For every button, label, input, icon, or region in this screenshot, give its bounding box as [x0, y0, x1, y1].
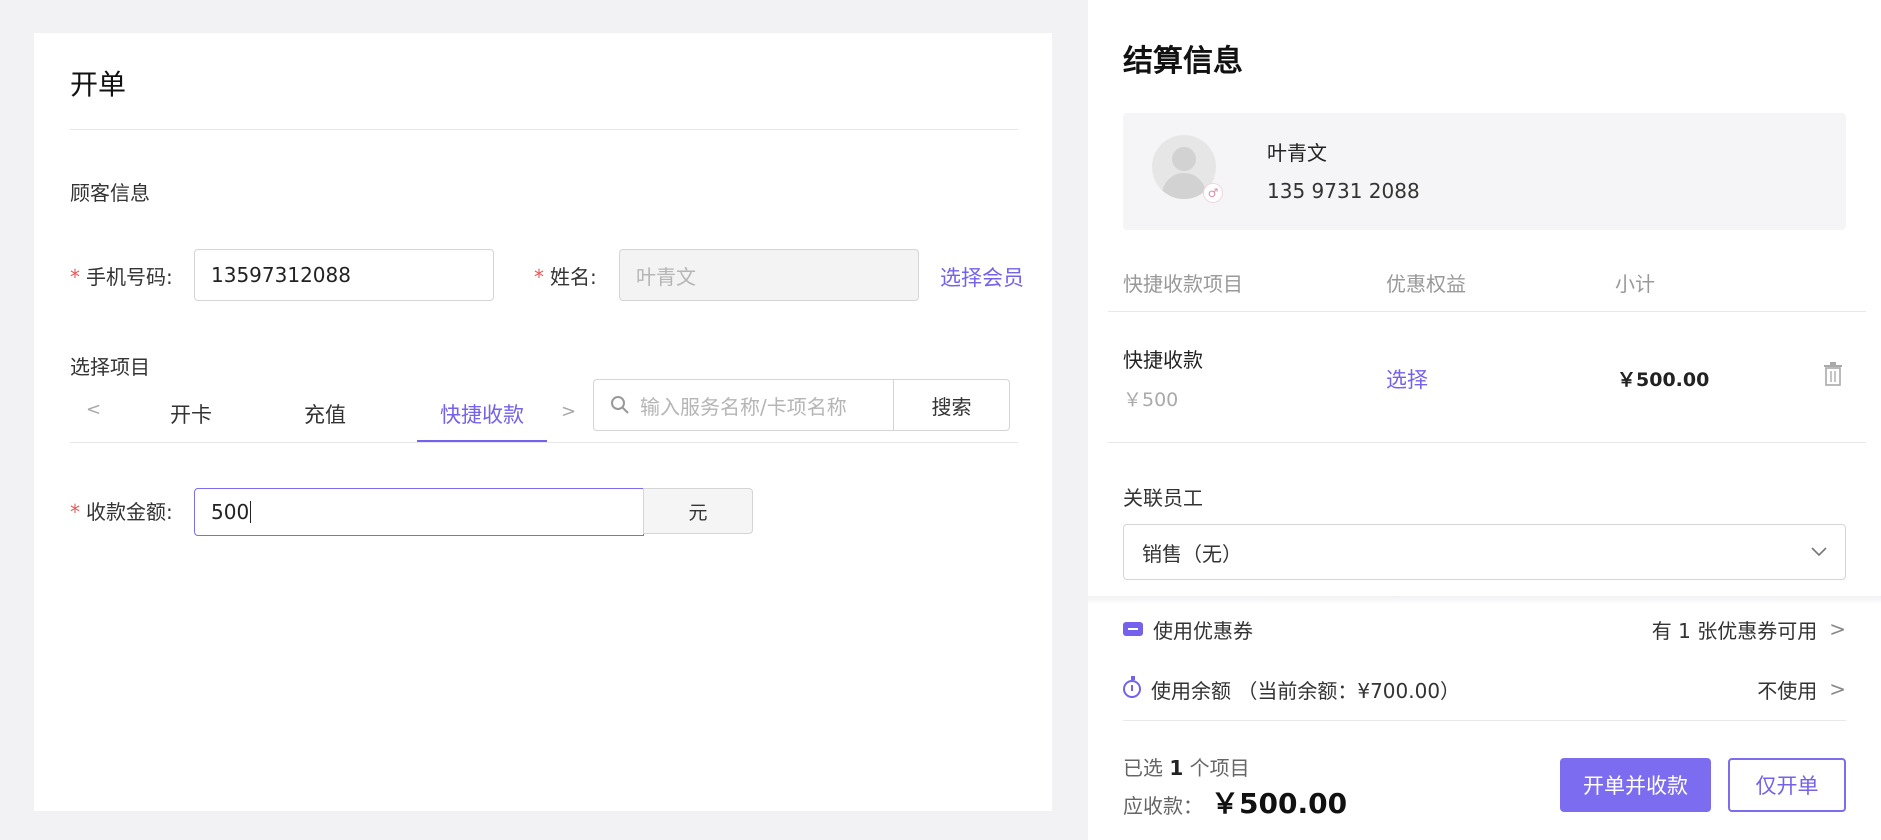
amount-input[interactable]: 500 [194, 488, 644, 536]
member-badge-icon: ♂ [1203, 183, 1223, 203]
page-title: 开单 [70, 68, 127, 101]
use-balance-row[interactable]: 使用余额 （当前余额：¥700.00） 不使用 > [1123, 669, 1846, 709]
selected-prefix: 已选 [1123, 756, 1163, 780]
label-colon: : [166, 500, 173, 524]
settlement-title: 结算信息 [1123, 44, 1243, 79]
tab-quick-payment[interactable]: 快捷收款 [440, 399, 524, 429]
header-divider [1108, 311, 1866, 312]
search-input[interactable]: 输入服务名称/卡项名称 [593, 379, 893, 431]
balance-label: 使用余额 （当前余额：¥700.00） [1151, 678, 1461, 703]
chevron-right-icon: > [1829, 617, 1846, 641]
member-phone: 135 9731 2088 [1267, 179, 1420, 203]
balance-status: 不使用 [1757, 678, 1818, 703]
phone-label: * 手机号码: [70, 261, 173, 290]
selected-suffix: 个项目 [1189, 756, 1250, 780]
trash-icon[interactable] [1823, 362, 1843, 386]
amount-label: * 收款金额: [70, 496, 173, 525]
amount-label-text: 收款金额 [86, 500, 166, 524]
column-header-item: 快捷收款项目 [1123, 272, 1243, 296]
name-input: 叶青文 [619, 249, 919, 301]
settlement-panel: 结算信息 ♂ 叶青文 135 9731 2088 快捷收款项目 优惠权益 小计 … [1088, 0, 1881, 840]
member-name: 叶青文 [1267, 141, 1327, 165]
amount-due-value: ￥500.00 [1211, 787, 1348, 820]
select-project-heading: 选择项目 [70, 355, 150, 379]
name-label: * 姓名: [534, 261, 597, 290]
coupon-status: 有 1 张优惠券可用 [1651, 618, 1818, 643]
search-button[interactable]: 搜索 [893, 379, 1010, 431]
chevron-left-icon[interactable]: < [86, 399, 101, 420]
balance-icon [1123, 676, 1141, 698]
chevron-down-icon [1811, 547, 1827, 557]
member-card: ♂ 叶青文 135 9731 2088 [1123, 113, 1846, 230]
search-placeholder: 输入服务名称/卡项名称 [640, 394, 847, 419]
select-member-link[interactable]: 选择会员 [940, 262, 1024, 292]
open-only-button[interactable]: 仅开单 [1728, 758, 1846, 812]
amount-input-value: 500 [211, 500, 250, 524]
name-input-value: 叶青文 [636, 264, 696, 289]
item-subtotal: ￥500.00 [1617, 369, 1710, 391]
use-coupon-row[interactable]: 使用优惠券 有 1 张优惠券可用 > [1123, 609, 1846, 649]
staff-select-value: 销售（无） [1142, 541, 1242, 566]
benefit-select-link[interactable]: 选择 [1386, 364, 1428, 394]
required-mark: * [534, 265, 544, 289]
footer-divider [1123, 720, 1846, 721]
tabs-divider [70, 442, 1018, 443]
phone-input-value: 13597312088 [211, 263, 351, 287]
open-and-collect-button[interactable]: 开单并收款 [1560, 758, 1711, 812]
name-label-text: 姓名 [550, 265, 590, 289]
tab-recharge[interactable]: 充值 [304, 399, 346, 429]
item-divider [1108, 442, 1866, 443]
item-name: 快捷收款 [1123, 348, 1203, 372]
column-header-benefit: 优惠权益 [1386, 272, 1466, 296]
customer-info-heading: 顾客信息 [70, 181, 150, 205]
search-icon [611, 396, 629, 414]
staff-select[interactable]: 销售（无） [1123, 524, 1846, 580]
item-price: ￥500 [1123, 389, 1179, 411]
coupon-label: 使用优惠券 [1153, 618, 1253, 643]
chevron-right-icon[interactable]: > [561, 401, 576, 422]
text-cursor [250, 501, 252, 523]
order-form-card: 开单 顾客信息 * 手机号码: 13597312088 * 姓名: 叶青文 选择会员… [34, 33, 1052, 811]
amount-due-label: 应收款： [1123, 794, 1203, 818]
phone-label-text: 手机号码 [86, 265, 166, 289]
column-header-subtotal: 小计 [1615, 272, 1655, 296]
amount-due: 应收款： ￥500.00 [1123, 782, 1347, 822]
phone-input[interactable]: 13597312088 [194, 249, 494, 301]
staff-label: 关联员工 [1123, 486, 1203, 510]
required-mark: * [70, 265, 80, 289]
label-colon: : [590, 265, 597, 289]
chevron-right-icon: > [1829, 677, 1846, 701]
required-mark: * [70, 500, 80, 524]
selected-count-text: 已选 1 个项目 [1123, 752, 1250, 781]
title-divider [70, 129, 1018, 130]
label-colon: : [166, 265, 173, 289]
selected-count: 1 [1169, 756, 1184, 780]
amount-unit: 元 [643, 488, 753, 534]
coupon-icon [1123, 622, 1143, 636]
section-shadow [1088, 596, 1881, 604]
tab-open-card[interactable]: 开卡 [170, 399, 212, 429]
